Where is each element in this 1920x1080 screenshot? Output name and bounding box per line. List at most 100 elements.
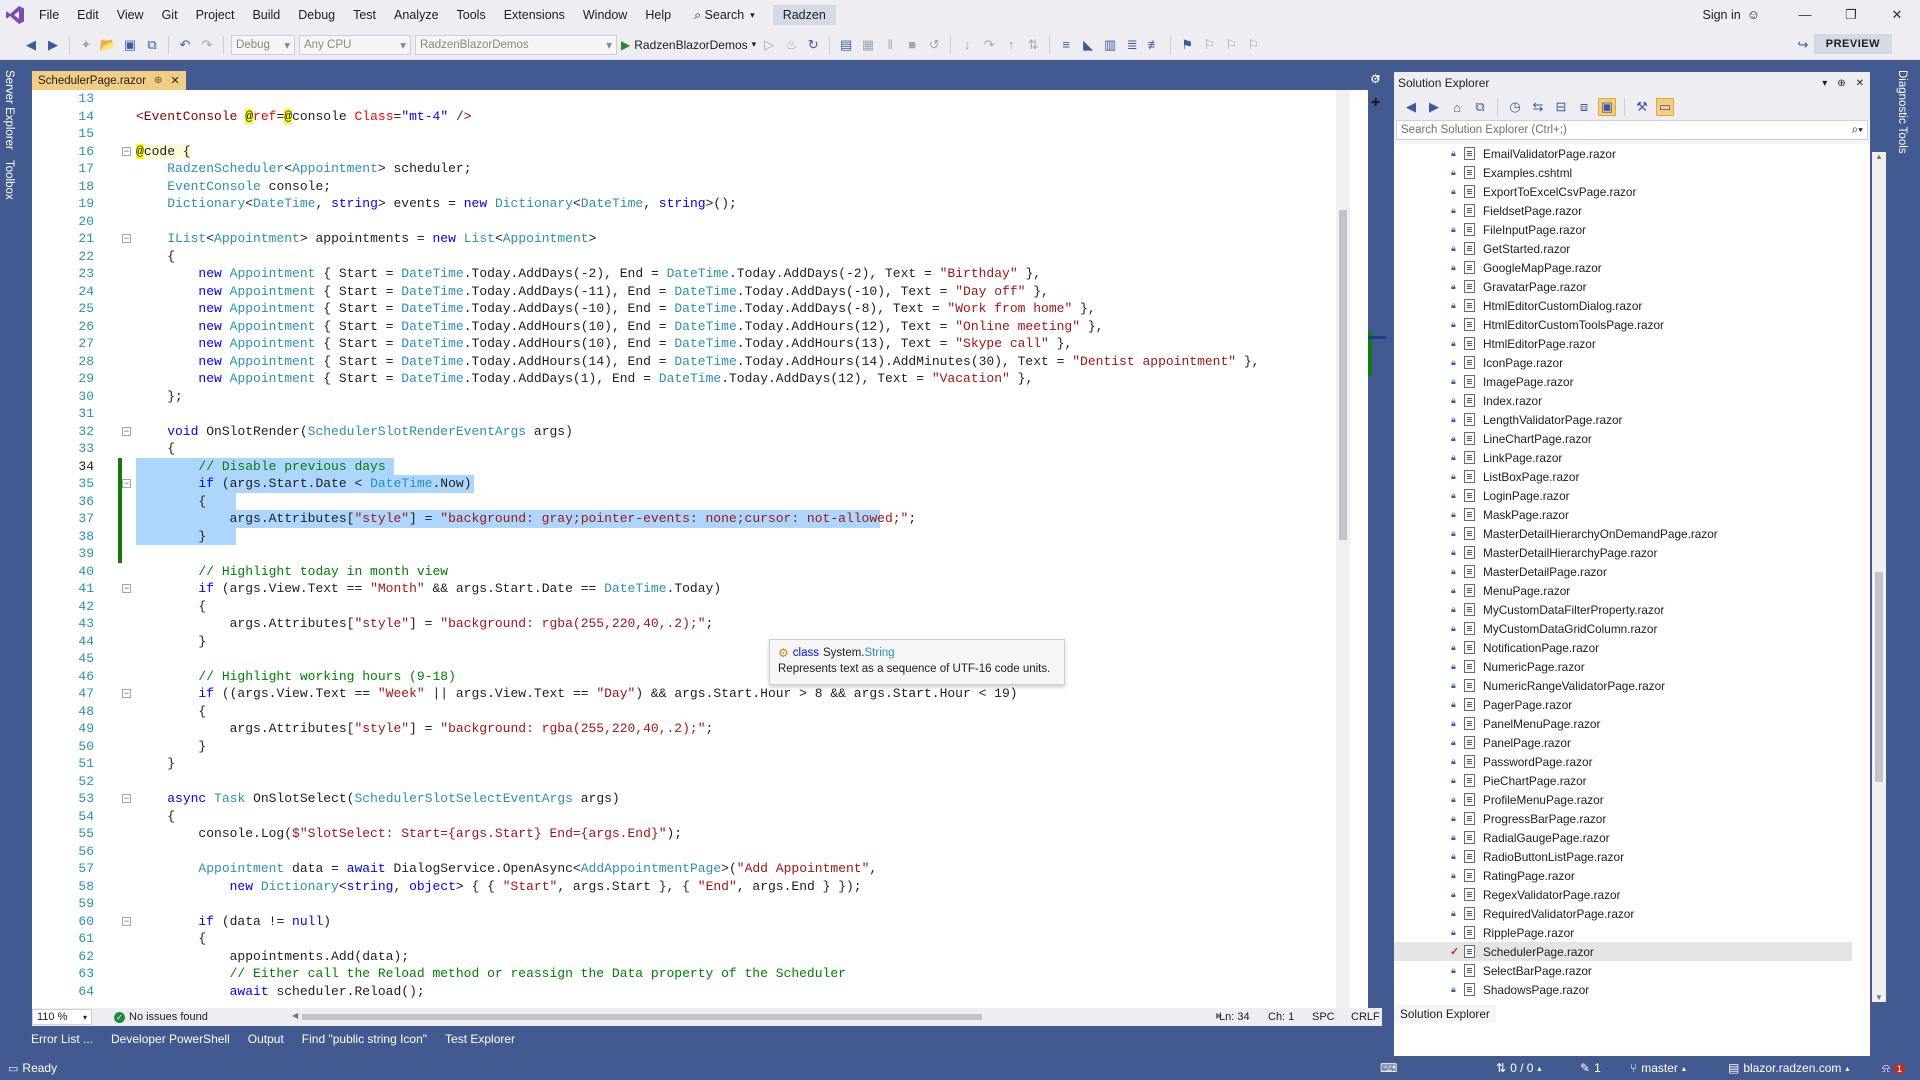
stop-icon[interactable]: ■ — [903, 36, 921, 54]
code-line[interactable]: { — [136, 248, 175, 266]
clear-bookmarks-icon[interactable]: ⚐ — [1244, 36, 1262, 54]
tree-item[interactable]: 🔒︎ ProfileMenuPage.razor — [1394, 790, 1852, 809]
tree-item[interactable]: 🔒︎ LengthValidatorPage.razor — [1394, 410, 1852, 429]
fold-toggle-icon[interactable]: − — [122, 234, 131, 243]
whitespace-indicator[interactable]: SPC — [1312, 1011, 1335, 1023]
tree-item[interactable]: 🔒︎ ExportToExcelCsvPage.razor — [1394, 182, 1852, 201]
step-over-icon[interactable]: ↷ — [980, 36, 998, 54]
issues-indicator[interactable]: ✓ No issues found — [114, 1011, 208, 1023]
tab-error-list[interactable]: Error List ... — [22, 1032, 102, 1046]
tree-item[interactable]: 🔒︎ HtmlEditorPage.razor — [1394, 334, 1852, 353]
show-next-statement-icon[interactable]: ⇅ — [1024, 36, 1042, 54]
tree-item[interactable]: 🔒︎ NumericPage.razor — [1394, 657, 1852, 676]
menu-build[interactable]: Build — [243, 0, 289, 30]
settings-gear-icon[interactable]: ⚙ — [1370, 72, 1381, 86]
tree-item[interactable]: 🔒︎ RatingPage.razor — [1394, 866, 1852, 885]
menu-git[interactable]: Git — [153, 0, 187, 30]
code-area[interactable]: <EventConsole @ref=@console Class="mt-4"… — [136, 90, 1346, 1008]
sign-in-button[interactable]: Sign in ☺ — [1702, 0, 1760, 30]
code-line[interactable]: await scheduler.Reload(); — [136, 983, 425, 1001]
menu-help[interactable]: Help — [636, 0, 680, 30]
menu-analyze[interactable]: Analyze — [385, 0, 447, 30]
menu-tools[interactable]: Tools — [448, 0, 495, 30]
properties-wrench-icon[interactable]: ⚒ — [1633, 98, 1651, 116]
step-out-icon[interactable]: ↑ — [1002, 36, 1020, 54]
toolbox-tab[interactable]: Toolbox — [3, 160, 15, 200]
split-editor-icon[interactable]: ✚ — [1371, 96, 1380, 109]
tree-item[interactable]: 🔒︎ Index.razor — [1394, 391, 1852, 410]
editor-vertical-scrollbar[interactable] — [1336, 90, 1350, 1008]
tree-item[interactable]: 🔒︎ PanelMenuPage.razor — [1394, 714, 1852, 733]
switch-views-icon[interactable]: ⧉ — [1471, 98, 1489, 116]
close-tab-icon[interactable]: ✕ — [170, 74, 179, 87]
tree-item[interactable]: 🔒︎ GravatarPage.razor — [1394, 277, 1852, 296]
tree-item[interactable]: 🔒︎ ShadowsPage.razor — [1394, 980, 1852, 999]
fold-toggle-icon[interactable]: − — [122, 794, 131, 803]
code-line[interactable]: { — [136, 930, 206, 948]
line-indicator[interactable]: Ln: 34 — [1219, 1011, 1250, 1023]
search-box[interactable]: ⌕ Search ▾ — [686, 4, 763, 26]
scrollbar-thumb[interactable] — [302, 1014, 982, 1020]
run-button[interactable]: ▶ RadzenBlazorDemos ▾ — [621, 38, 756, 52]
sync-status[interactable]: ⇅ 0 / 0 ▴ — [1496, 1061, 1541, 1075]
select-element-icon[interactable]: ◣ — [1079, 36, 1097, 54]
code-line[interactable]: if ((args.View.Text == "Week" || args.Vi… — [136, 685, 1017, 703]
tree-item[interactable]: 🔒︎ IconPage.razor — [1394, 353, 1852, 372]
tree-item[interactable]: 🔒︎ LineChartPage.razor — [1394, 429, 1852, 448]
close-button[interactable]: ✕ — [1874, 0, 1920, 30]
tree-item[interactable]: 🔒︎ HtmlEditorCustomDialog.razor — [1394, 296, 1852, 315]
preview-selected-items-icon[interactable]: ▣ — [1598, 98, 1616, 116]
code-line[interactable]: IList<Appointment> appointments = new Li… — [136, 230, 596, 248]
code-line[interactable]: new Appointment { Start = DateTime.Today… — [136, 300, 1095, 318]
pending-changes-filter-icon[interactable]: ◷ — [1506, 98, 1524, 116]
code-line[interactable]: Dictionary<DateTime, string> events = ne… — [136, 195, 737, 213]
tree-item[interactable]: 🔒︎ GetStarted.razor — [1394, 239, 1852, 258]
restore-button[interactable]: ❐ — [1828, 0, 1874, 30]
tree-item[interactable]: ✓ SchedulerPage.razor — [1394, 942, 1852, 961]
menu-extensions[interactable]: Extensions — [495, 0, 574, 30]
code-line[interactable]: EventConsole console; — [136, 178, 331, 196]
fold-toggle-icon[interactable]: − — [122, 426, 131, 436]
browser-link-icon[interactable]: ▤ — [837, 36, 855, 54]
menu-view[interactable]: View — [108, 0, 153, 30]
code-line[interactable]: new Appointment { Start = DateTime.Today… — [136, 318, 1103, 336]
tab-find-results[interactable]: Find "public string Icon" — [293, 1032, 436, 1046]
code-line[interactable]: { — [136, 703, 206, 721]
layout-icon[interactable]: ▦ — [859, 36, 877, 54]
code-line[interactable]: console.Log($"SlotSelect: Start={args.St… — [136, 825, 682, 843]
step-into-icon[interactable]: ↓ — [958, 36, 976, 54]
new-project-icon[interactable]: ✦ — [77, 36, 95, 54]
tab-output[interactable]: Output — [239, 1032, 293, 1046]
code-line[interactable]: new Appointment { Start = DateTime.Today… — [136, 265, 1041, 283]
redo-icon[interactable]: ↷ — [198, 36, 216, 54]
tree-item[interactable]: 🔒︎ SelectBarPage.razor — [1394, 961, 1852, 980]
scrollbar-thumb[interactable] — [1875, 572, 1883, 782]
live-tree-icon[interactable]: ▥ — [1101, 36, 1119, 54]
tree-item[interactable]: 🔒︎ PieChartPage.razor — [1394, 771, 1852, 790]
tree-item[interactable]: 🔒︎ PagerPage.razor — [1394, 695, 1852, 714]
code-line[interactable]: { — [136, 440, 175, 458]
tab-solution-explorer[interactable]: Solution Explorer — [1394, 1005, 1496, 1023]
tree-item[interactable]: 🔒︎ GoogleMapPage.razor — [1394, 258, 1852, 277]
tree-item[interactable]: 🔒︎ NotificationPage.razor — [1394, 638, 1852, 657]
tree-item[interactable]: 🔒︎ LoginPage.razor — [1394, 486, 1852, 505]
menu-window[interactable]: Window — [574, 0, 636, 30]
refresh-icon[interactable]: ↻ — [804, 36, 822, 54]
code-line[interactable]: new Appointment { Start = DateTime.Today… — [136, 370, 1033, 388]
open-folder-icon[interactable]: 📂 — [99, 36, 117, 54]
tree-item[interactable]: 🔒︎ Examples.cshtml — [1394, 163, 1852, 182]
start-without-debugging-icon[interactable]: ▷ — [760, 36, 778, 54]
code-line[interactable]: // Disable previous days — [136, 458, 385, 476]
tree-item[interactable]: 🔒︎ ProgressBarPage.razor — [1394, 809, 1852, 828]
tab-properties[interactable]: Properties — [1496, 1005, 1562, 1023]
code-line[interactable]: } — [136, 738, 206, 756]
save-icon[interactable]: ▣ — [121, 36, 139, 54]
tab-developer-powershell[interactable]: Developer PowerShell — [102, 1032, 239, 1046]
visual-studio-logo-icon[interactable] — [0, 0, 30, 30]
pause-icon[interactable]: ‖ — [881, 36, 899, 54]
tree-item[interactable]: 🔒︎ PanelPage.razor — [1394, 733, 1852, 752]
code-line[interactable]: new Appointment { Start = DateTime.Today… — [136, 335, 1072, 353]
code-line[interactable]: @code { — [136, 143, 191, 161]
code-line[interactable]: // Either call the Reload method or reas… — [136, 965, 846, 983]
home-icon[interactable]: ⌂ — [1448, 98, 1466, 116]
